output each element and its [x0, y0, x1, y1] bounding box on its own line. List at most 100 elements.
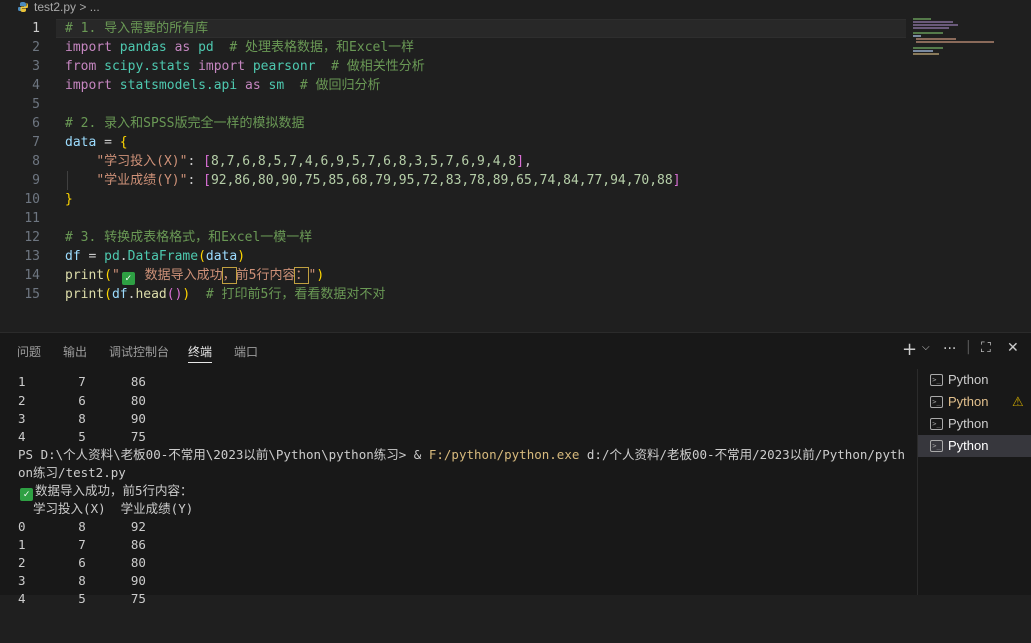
breadcrumb-filename[interactable]: test2.py [34, 0, 76, 14]
colon: : [187, 154, 204, 169]
module-alias: pd [104, 249, 120, 264]
imported-name: pearsonr [252, 59, 316, 74]
new-terminal-icon[interactable]: + [902, 339, 917, 360]
module-alias: sm [268, 78, 285, 93]
argument: data [205, 249, 238, 264]
keyword: import [65, 78, 112, 93]
warning-icon: ⚠ [1012, 394, 1024, 409]
code-line-2[interactable]: import pandas as pd # 处理表格数据，和Excel一样 [65, 38, 414, 57]
terminal-row: 4 5 75 [18, 429, 146, 444]
paren: ) [316, 268, 325, 283]
keyword: import [65, 40, 112, 55]
number-list: 8,7,6,8,5,7,4,6,9,5,7,6,8,3,5,7,6,9,4,8 [210, 154, 517, 169]
line-number[interactable]: 5 [0, 95, 40, 114]
keyword: as [174, 40, 191, 55]
comment: # 1. 导入需要的所有库 [65, 21, 209, 36]
line-number[interactable]: 12 [0, 228, 40, 247]
line-number[interactable]: 11 [0, 209, 40, 228]
maximize-panel-icon[interactable]: ⛶ [981, 340, 991, 356]
line-number[interactable]: 9 [0, 171, 40, 190]
code-line-13[interactable]: df = pd.DataFrame(data) [65, 247, 245, 266]
line-number[interactable]: 15 [0, 285, 40, 304]
chevron-down-icon[interactable]: ⌵ [922, 342, 930, 353]
code-line-9[interactable]: "学业成绩(Y)": [92,86,80,90,75,85,68,79,95,7… [65, 171, 680, 190]
tab-ports[interactable]: 端口 [234, 343, 258, 360]
line-number[interactable]: 8 [0, 152, 40, 171]
paren: ( [104, 287, 112, 302]
comment: # 3. 转换成表格格式，和Excel一模一样 [65, 230, 313, 245]
keyword: as [245, 78, 261, 93]
line-number[interactable]: 3 [0, 57, 40, 76]
code-line-1[interactable]: # 1. 导入需要的所有库 [65, 19, 208, 38]
line-number[interactable]: 1 [0, 19, 40, 38]
checkmark-emoji-icon: ✓ [121, 272, 135, 285]
terminal-icon: >_ [930, 374, 943, 386]
comment: # 处理表格数据，和Excel一样 [229, 40, 415, 55]
code-line-6[interactable]: # 2. 录入和SPSS版完全一样的模拟数据 [65, 114, 304, 133]
dict-key: "学习投入(X)" [96, 154, 188, 169]
code-line-15[interactable]: print(df.head()) # 打印前5行，看看数据对不对 [65, 285, 385, 304]
line-number[interactable]: 13 [0, 247, 40, 266]
variable: df [111, 287, 128, 302]
line-number[interactable]: 4 [0, 76, 40, 95]
line-number[interactable]: 14 [0, 266, 40, 285]
minimap[interactable] [913, 16, 998, 56]
terminal-output[interactable]: 1 7 86 2 6 80 3 8 90 4 5 75 PS D:\个人资料\老… [18, 373, 908, 643]
panel-tabs: 问题 输出 调试控制台 终端 端口 + ⌵ ··· | ⛶ ✕ [0, 333, 1031, 369]
code-line-7[interactable]: data = { [65, 133, 128, 152]
highlighted-char: ： [294, 267, 310, 284]
line-number[interactable]: 7 [0, 133, 40, 152]
terminal-item-selected[interactable]: >_ Python [918, 435, 1031, 457]
terminal-item[interactable]: >_ Python ⚠ [918, 391, 1031, 413]
tab-terminal[interactable]: 终端 [188, 343, 213, 363]
class-name: DataFrame [127, 249, 199, 264]
module-name: scipy.stats [104, 59, 191, 74]
line-number[interactable]: 2 [0, 38, 40, 57]
code-line-8[interactable]: "学习投入(X)": [8,7,6,8,5,7,4,6,9,5,7,6,8,3,… [65, 152, 532, 171]
close-panel-icon[interactable]: ✕ [1007, 340, 1019, 356]
code-line-3[interactable]: from scipy.stats import pearsonr # 做相关性分… [65, 57, 425, 76]
tab-debug-console[interactable]: 调试控制台 [109, 343, 169, 360]
terminal-item[interactable]: >_ Python [918, 369, 1031, 391]
comment: # 做回归分析 [299, 78, 381, 93]
paren: ) [182, 287, 191, 302]
string-text: 前5行内容 [235, 268, 296, 283]
code-line-4[interactable]: import statsmodels.api as sm # 做回归分析 [65, 76, 380, 95]
terminal-icon: >_ [930, 440, 943, 452]
code-line-14[interactable]: print(" ✓ 数据导入成功，前5行内容：") [65, 266, 324, 285]
code-line-12[interactable]: # 3. 转换成表格格式，和Excel一模一样 [65, 228, 312, 247]
dot: . [119, 249, 128, 264]
bracket: [ [203, 173, 211, 188]
line-number[interactable]: 6 [0, 114, 40, 133]
terminal-icon: >_ [930, 396, 943, 408]
operator: = [96, 135, 120, 150]
number-list: 92,86,80,90,75,85,68,79,95,72,83,78,89,6… [210, 173, 673, 188]
terminal-row: 4 5 75 [18, 591, 146, 606]
terminal-command-wrap: on练习/test2.py [18, 465, 126, 480]
variable: df [65, 249, 81, 264]
comma: , [524, 154, 532, 169]
comment: # 做相关性分析 [331, 59, 425, 74]
code-line-10[interactable]: } [65, 190, 73, 209]
more-actions-icon[interactable]: ··· [943, 341, 956, 357]
tab-output[interactable]: 输出 [63, 343, 87, 360]
code-editor[interactable]: 1 2 3 4 5 6 7 8 9 10 11 12 13 14 15 # 1.… [0, 16, 1031, 332]
brace: { [119, 135, 128, 150]
comment: # 打印前5行，看看数据对不对 [205, 287, 386, 302]
paren: ) [237, 249, 246, 264]
python-exe-path: F:/python/python.exe [428, 447, 580, 462]
operator: = [80, 249, 105, 264]
terminal-item-label: Python [948, 372, 989, 387]
module-alias: pd [198, 40, 214, 55]
module-name: pandas [119, 40, 167, 55]
prompt: PS D:\个人资料\老板00-不常用\2023以前\Python\python… [18, 447, 429, 462]
line-number[interactable]: 10 [0, 190, 40, 209]
terminal-success-line: ✓ 数据导入成功，前5行内容： [18, 482, 193, 501]
breadcrumb-file[interactable]: test2.py > ... [34, 0, 100, 15]
terminal-item[interactable]: >_ Python [918, 413, 1031, 435]
tab-problems[interactable]: 问题 [17, 343, 41, 360]
string-text: 数据导入成功 [136, 268, 223, 283]
breadcrumb-separator[interactable]: > ... [76, 0, 99, 14]
keyword: import [198, 59, 246, 74]
script-path: d:/个人资料/老板00-不常用/2023以前/Python/pyth [579, 447, 906, 462]
